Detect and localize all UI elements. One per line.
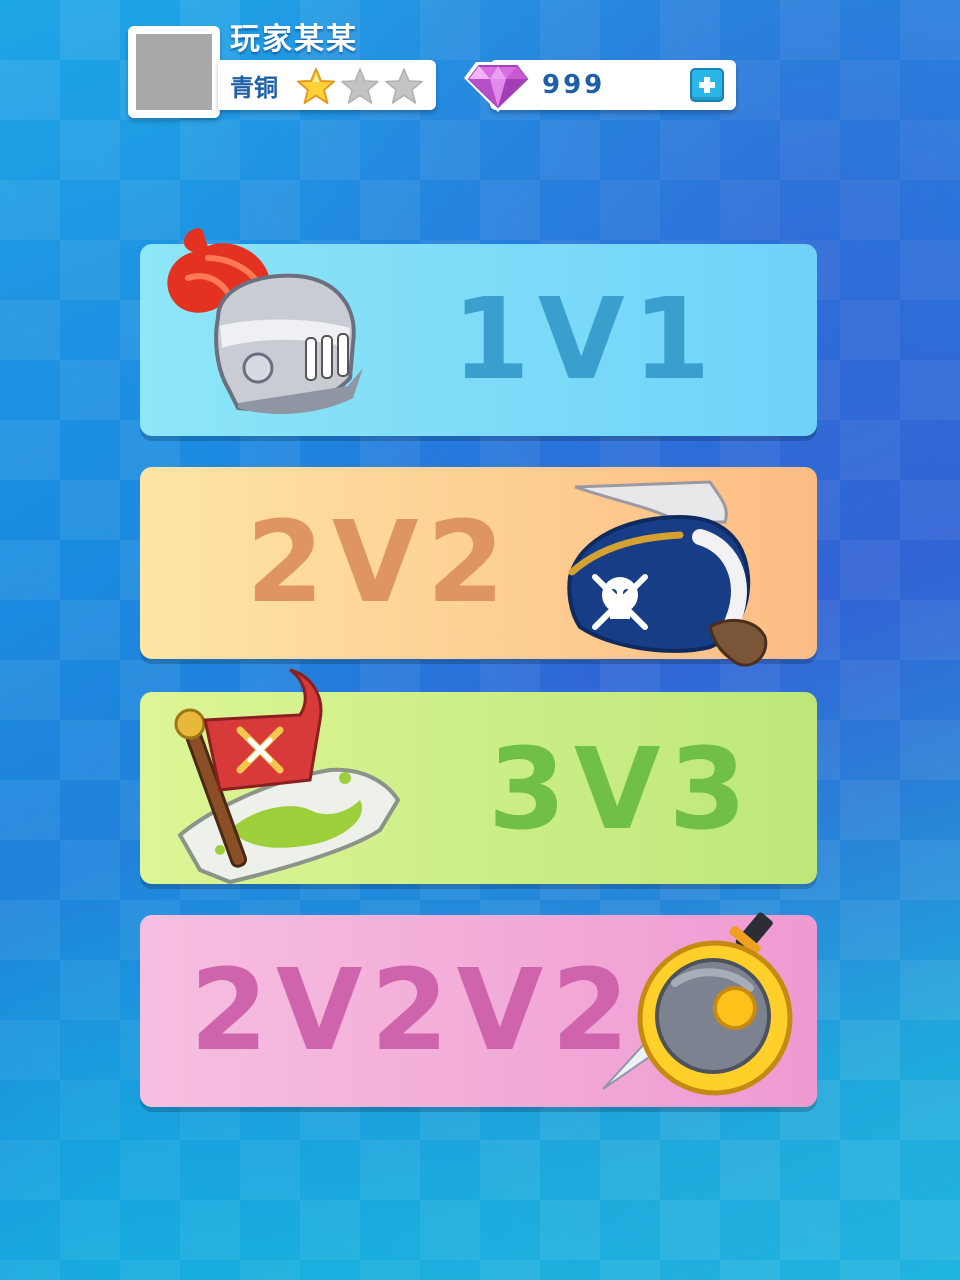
mode-2v2-button[interactable]: 2V2 [140, 467, 817, 667]
star-empty-icon [385, 68, 423, 104]
mode-label: 3V3 [488, 725, 755, 855]
mode-label: 2V2 [246, 498, 513, 628]
add-gems-button[interactable] [690, 68, 724, 102]
mode-label: 2V2V2 [190, 946, 638, 1076]
plus-icon [699, 77, 715, 93]
gem-icon [464, 62, 532, 112]
mode-2v2v2-button[interactable]: 2V2V2 [140, 912, 817, 1107]
avatar[interactable] [128, 26, 220, 118]
player-name: 玩家某某 [230, 22, 358, 57]
sword-shield-icon [602, 912, 793, 1096]
star-empty-icon [341, 68, 379, 104]
star-filled-icon [297, 68, 335, 104]
rank-panel: 青铜 [218, 60, 436, 110]
pirate-hat-icon [567, 480, 768, 667]
gem-count: 999 [542, 70, 606, 100]
rank-label: 青铜 [230, 74, 278, 102]
knight-helmet-icon [167, 228, 363, 414]
avatar-image [136, 34, 212, 110]
mode-1v1-button[interactable]: 1V1 [140, 228, 817, 436]
mode-label: 1V1 [452, 275, 719, 405]
flag-map-icon [174, 668, 401, 885]
mode-3v3-button[interactable]: 3V3 [140, 668, 817, 885]
